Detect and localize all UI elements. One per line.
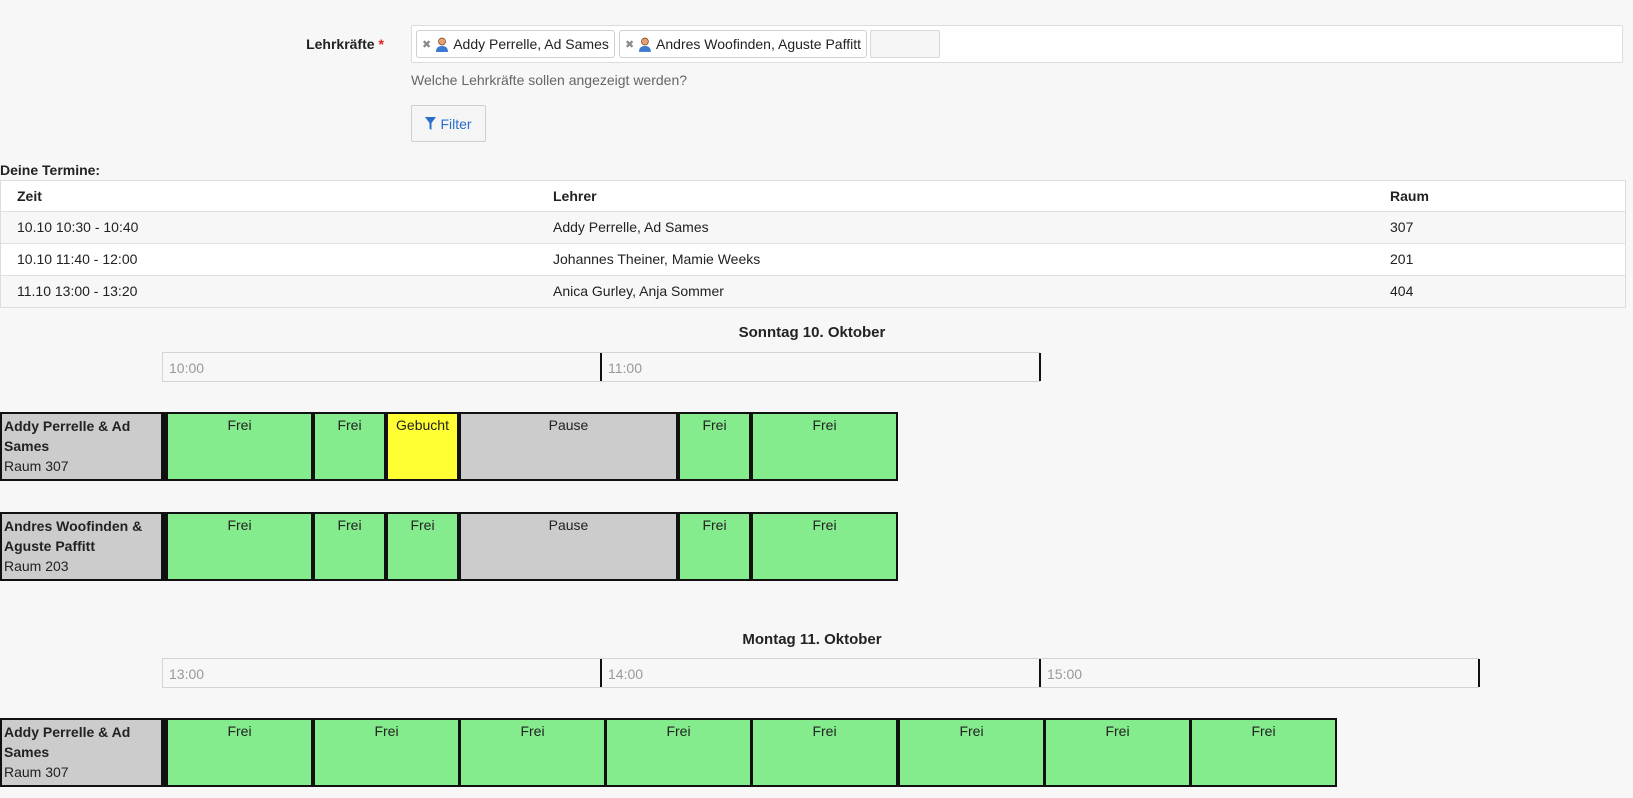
room-teachers: Addy Perrelle & Ad Sames <box>4 724 131 760</box>
user-icon <box>436 37 449 52</box>
teachers-field-label: Lehrkräfte * <box>0 36 384 52</box>
day-title: Montag 11. Oktober <box>742 631 882 648</box>
slot-pause: Pause <box>459 512 678 581</box>
slot-frei[interactable]: Frei <box>898 718 1045 787</box>
slot-frei[interactable]: Frei <box>313 512 386 581</box>
room-row: Addy Perrelle & Ad Sames Raum 307 Frei F… <box>0 718 1340 787</box>
teacher-tag-label: Andres Woofinden, Aguste Paffitt <box>656 36 861 52</box>
slot-frei[interactable]: Frei <box>1044 718 1191 787</box>
slot-frei[interactable]: Frei <box>751 718 898 787</box>
required-mark: * <box>378 36 384 52</box>
table-row: 11.10 13:00 - 13:20 Anica Gurley, Anja S… <box>1 275 1625 307</box>
slot-frei[interactable]: Frei <box>166 412 313 481</box>
slot-frei[interactable]: Frei <box>459 718 606 787</box>
column-header-time: Zeit <box>17 188 42 204</box>
teacher-tag: ✖ Addy Perrelle, Ad Sames <box>416 30 615 58</box>
cell-time: 11.10 13:00 - 13:20 <box>17 283 138 299</box>
room-label: Addy Perrelle & Ad Sames Raum 307 <box>0 718 166 787</box>
hour-label: 11:00 <box>602 353 1041 381</box>
hour-label: 15:00 <box>1041 659 1480 687</box>
appointments-table: Zeit Lehrer Raum 10.10 10:30 - 10:40 Add… <box>0 180 1626 308</box>
room-number: Raum 203 <box>4 558 69 574</box>
day-title: Sonntag 10. Oktober <box>738 324 886 341</box>
slot-frei[interactable]: Frei <box>313 718 460 787</box>
cell-teacher: Johannes Theiner, Mamie Weeks <box>553 251 761 267</box>
slot-frei[interactable]: Frei <box>313 412 386 481</box>
slot-frei[interactable]: Frei <box>751 512 898 581</box>
cell-teacher: Anica Gurley, Anja Sommer <box>553 283 724 299</box>
cell-time: 10.10 11:40 - 12:00 <box>17 251 138 267</box>
cell-room: 201 <box>1390 251 1414 267</box>
teacher-tag-label: Addy Perrelle, Ad Sames <box>453 36 609 52</box>
room-teachers: Addy Perrelle & Ad Sames <box>4 418 131 454</box>
room-label: Andres Woofinden & Aguste Paffitt Raum 2… <box>0 512 166 581</box>
teacher-tag: ✖ Andres Woofinden, Aguste Paffitt <box>619 30 867 58</box>
appointments-title: Deine Termine: <box>0 162 101 178</box>
filter-button-label: Filter <box>440 115 472 132</box>
slot-frei[interactable]: Frei <box>678 512 751 581</box>
slot-frei[interactable]: Frei <box>605 718 752 787</box>
cell-teacher: Addy Perrelle, Ad Sames <box>553 219 709 235</box>
hour-label: 13:00 <box>163 659 602 687</box>
cell-time: 10.10 10:30 - 10:40 <box>17 219 139 235</box>
slot-frei[interactable]: Frei <box>166 512 313 581</box>
time-axis: 10:00 11:00 <box>162 352 1041 382</box>
user-icon <box>639 37 652 52</box>
cell-room: 307 <box>1390 219 1414 235</box>
room-label: Addy Perrelle & Ad Sames Raum 307 <box>0 412 166 481</box>
slot-pause: Pause <box>459 412 678 481</box>
teacher-search-input[interactable] <box>870 30 940 58</box>
filter-button[interactable]: Filter <box>411 105 486 142</box>
table-row: 10.10 11:40 - 12:00 Johannes Theiner, Ma… <box>1 243 1625 275</box>
teachers-label-text: Lehrkräfte <box>306 36 375 52</box>
room-row: Andres Woofinden & Aguste Paffitt Raum 2… <box>0 512 900 581</box>
time-axis: 13:00 14:00 15:00 <box>162 658 1480 688</box>
cell-room: 404 <box>1390 283 1414 299</box>
slot-frei[interactable]: Frei <box>166 718 313 787</box>
filter-icon <box>425 117 437 130</box>
slot-frei[interactable]: Frei <box>386 512 459 581</box>
room-number: Raum 307 <box>4 458 69 474</box>
room-row: Addy Perrelle & Ad Sames Raum 307 Frei F… <box>0 412 900 481</box>
remove-tag-icon[interactable]: ✖ <box>422 38 431 51</box>
slot-frei[interactable]: Frei <box>1190 718 1337 787</box>
hour-label: 14:00 <box>602 659 1041 687</box>
teachers-help-text: Welche Lehrkräfte sollen angezeigt werde… <box>411 72 688 88</box>
column-header-room: Raum <box>1390 188 1429 204</box>
column-header-teacher: Lehrer <box>553 188 597 204</box>
table-header-row: Zeit Lehrer Raum <box>1 181 1625 211</box>
room-number: Raum 307 <box>4 764 69 780</box>
slot-frei[interactable]: Frei <box>678 412 751 481</box>
table-row: 10.10 10:30 - 10:40 Addy Perrelle, Ad Sa… <box>1 211 1625 243</box>
hour-label: 10:00 <box>163 353 602 381</box>
slot-gebucht[interactable]: Gebucht <box>386 412 459 481</box>
room-teachers: Andres Woofinden & Aguste Paffitt <box>4 518 143 554</box>
teachers-multiselect[interactable]: ✖ Addy Perrelle, Ad Sames ✖ Andres Woofi… <box>411 25 1623 63</box>
remove-tag-icon[interactable]: ✖ <box>625 38 634 51</box>
slot-frei[interactable]: Frei <box>751 412 898 481</box>
